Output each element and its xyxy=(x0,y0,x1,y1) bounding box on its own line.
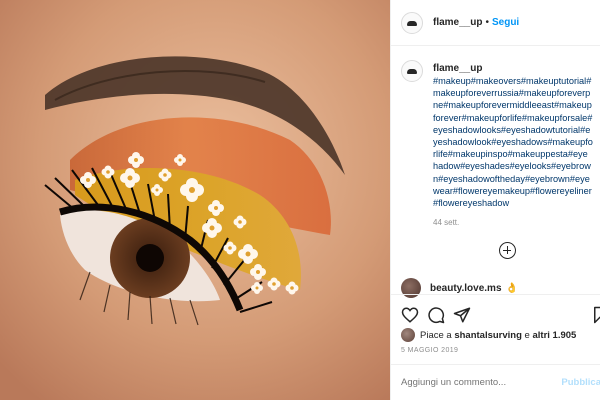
comment-input[interactable] xyxy=(401,377,550,388)
post-sidebar: flame__up • Segui flame__up #makeup#make… xyxy=(390,0,600,400)
caption-username[interactable]: flame__up xyxy=(433,62,600,75)
liker-avatar xyxy=(401,328,415,342)
comment-form: Pubblica xyxy=(391,364,600,400)
hashtag-line[interactable]: yeshadowlook#eyeshadows#makeupfo xyxy=(433,136,600,148)
post-header: flame__up • Segui xyxy=(391,0,600,46)
likes-text[interactable]: Piace a shantalsurving e altri 1.905 xyxy=(420,330,576,341)
caption-avatar[interactable] xyxy=(401,60,423,82)
follow-button[interactable]: Segui xyxy=(492,17,519,28)
heart-icon[interactable] xyxy=(401,306,419,324)
author-avatar[interactable] xyxy=(401,11,423,34)
header-separator: • xyxy=(485,17,489,28)
commenter-username[interactable]: beauty.love.ms xyxy=(430,283,502,294)
comment-icon[interactable] xyxy=(427,306,445,324)
likes-middle: e xyxy=(524,329,530,341)
hashtag-line[interactable]: ne#makeupforevermiddleeast#makeup xyxy=(433,99,600,111)
hashtag-line[interactable]: makeupforeverrussia#makeupforeverp xyxy=(433,87,600,99)
post-image[interactable] xyxy=(0,0,390,400)
caption: flame__up #makeup#makeovers#makeuptutori… xyxy=(391,52,600,227)
hashtag-line[interactable]: eyeshadowlooks#eyeshadowtutorial#e xyxy=(433,124,600,136)
hashtag-line[interactable]: hadow#eyeshades#eyelooks#eyebrow xyxy=(433,160,600,172)
hashtag-line[interactable]: n#eyeshadowoftheday#eyebrown#eye xyxy=(433,173,600,185)
author-username[interactable]: flame__up xyxy=(433,17,482,28)
likes-summary[interactable]: Piace a shantalsurving e altri 1.905 xyxy=(401,328,576,342)
hashtag-line[interactable]: #flowereyeshadow xyxy=(433,197,600,209)
caption-time-ago: 44 sett. xyxy=(433,218,460,228)
hashtag-line[interactable]: wear#flowereyemakeup#flowereyeliner xyxy=(433,185,600,197)
caption-body: flame__up #makeup#makeovers#makeuptutori… xyxy=(433,62,600,227)
add-circle-icon[interactable] xyxy=(499,242,516,259)
hashtag-line[interactable]: #makeup#makeovers#makeuptutorial# xyxy=(433,75,600,87)
comment-emoji: 👌 xyxy=(505,282,518,294)
caption-hashtags[interactable]: #makeup#makeovers#makeuptutorial# makeup… xyxy=(433,75,600,209)
post-date: 5 MAGGIO 2019 xyxy=(401,347,459,354)
hashtag-line[interactable]: forever#makeupforlife#makeupforsale# xyxy=(433,112,600,124)
likes-others[interactable]: altri 1.905 xyxy=(532,330,576,341)
eye-makeup-photo xyxy=(0,0,390,400)
hashtag-line[interactable]: rlife#makeupinspo#makeuppesta#eye xyxy=(433,148,600,160)
share-icon[interactable] xyxy=(453,306,471,324)
publish-button[interactable]: Pubblica xyxy=(561,377,600,388)
likes-prefix: Piace a xyxy=(420,329,452,341)
bookmark-icon[interactable] xyxy=(591,306,600,324)
likes-user[interactable]: shantalsurving xyxy=(454,330,522,341)
